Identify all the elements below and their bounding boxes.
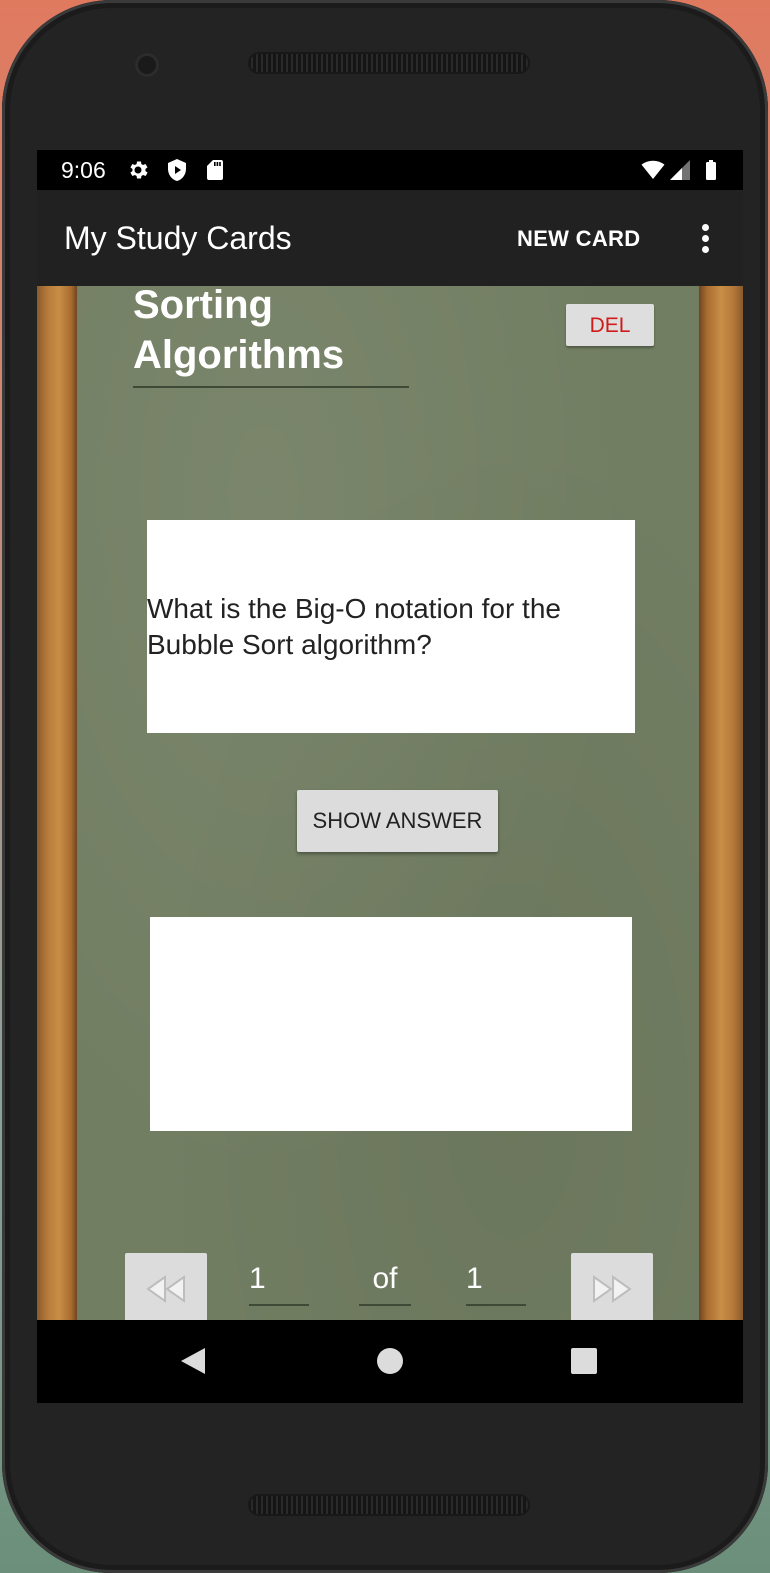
status-time: 9:06 xyxy=(61,157,106,183)
recents-icon[interactable] xyxy=(570,1346,598,1376)
total-cards-number: 1 xyxy=(466,1262,526,1306)
screen: 9:06 My Study Cards NEW CARD Sorting Alg… xyxy=(37,150,743,1403)
cell-signal-icon xyxy=(670,160,690,180)
front-camera xyxy=(135,53,159,77)
system-nav-bar xyxy=(37,1320,743,1403)
rewind-icon xyxy=(146,1275,185,1303)
earpiece-speaker xyxy=(248,52,530,74)
show-answer-button[interactable]: SHOW ANSWER xyxy=(297,790,498,852)
question-card[interactable]: What is the Big-O notation for the Bubbl… xyxy=(147,520,635,733)
question-text: What is the Big-O notation for the Bubbl… xyxy=(147,592,561,660)
next-card-button[interactable] xyxy=(571,1253,653,1320)
of-label: of xyxy=(359,1262,411,1306)
answer-card[interactable] xyxy=(150,917,632,1131)
app-title: My Study Cards xyxy=(64,220,292,256)
wifi-icon xyxy=(641,160,665,179)
new-card-button[interactable]: NEW CARD xyxy=(517,226,640,252)
settings-icon xyxy=(130,161,148,179)
phone-frame: 9:06 My Study Cards NEW CARD Sorting Alg… xyxy=(2,0,768,1573)
battery-icon xyxy=(706,160,716,180)
overflow-menu-icon[interactable] xyxy=(693,222,717,256)
app-toolbar: My Study Cards NEW CARD xyxy=(37,190,743,286)
chalkboard-background: Sorting Algorithms DEL What is the Big-O… xyxy=(37,286,743,1320)
delete-button[interactable]: DEL xyxy=(566,304,654,346)
previous-card-button[interactable] xyxy=(125,1253,207,1320)
sd-card-icon xyxy=(207,160,223,180)
status-bar: 9:06 xyxy=(37,150,743,190)
play-protect-icon xyxy=(168,159,186,181)
deck-title-field[interactable]: Sorting Algorithms xyxy=(133,286,409,388)
back-icon[interactable] xyxy=(179,1346,207,1376)
current-card-number[interactable]: 1 xyxy=(249,1262,309,1306)
bottom-speaker xyxy=(248,1494,530,1516)
fast-forward-icon xyxy=(593,1275,632,1303)
home-icon[interactable] xyxy=(376,1346,404,1376)
